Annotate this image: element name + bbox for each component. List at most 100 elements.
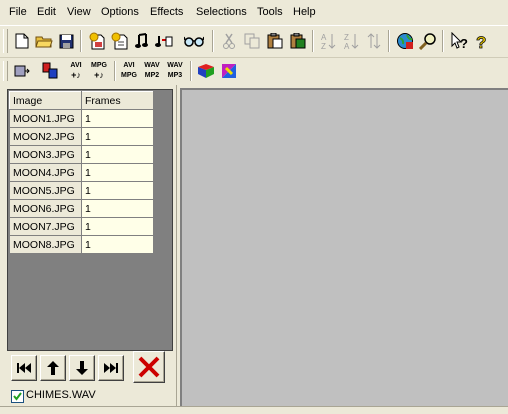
table-row[interactable]: MOON8.JPG 1 bbox=[9, 235, 154, 254]
first-arrow-icon bbox=[17, 363, 31, 373]
main-toolbar: AZ ZA ? ? bbox=[0, 25, 508, 58]
menu-options[interactable]: Options bbox=[101, 6, 139, 18]
open-folder-icon[interactable] bbox=[34, 31, 54, 51]
image-table: Image Frames MOON1.JPG 1 MOON2.JPG 1 MOO… bbox=[9, 91, 154, 254]
music-note-icon[interactable] bbox=[132, 31, 152, 51]
wav-to-mp2-button[interactable]: WAV MP2 bbox=[140, 61, 164, 81]
menu-file[interactable]: File bbox=[9, 6, 27, 18]
cut-scissors-icon[interactable] bbox=[219, 31, 239, 51]
sound-file-label: CHIMES.WAV bbox=[26, 389, 96, 401]
svg-text:?: ? bbox=[476, 33, 486, 50]
image-cell[interactable]: MOON8.JPG bbox=[9, 235, 82, 254]
svg-text:Z: Z bbox=[321, 42, 326, 50]
frames-cell[interactable]: 1 bbox=[81, 235, 154, 254]
avi-label: AVI bbox=[70, 62, 82, 69]
frames-cell[interactable]: 1 bbox=[81, 181, 154, 200]
mpg-label: MPG bbox=[121, 72, 137, 79]
wav-label: WAV bbox=[167, 62, 183, 69]
slideshow-icon[interactable] bbox=[12, 61, 32, 81]
menu-effects[interactable]: Effects bbox=[150, 6, 183, 18]
avi-music-button[interactable]: AVI +♪ bbox=[64, 61, 88, 81]
menu-help[interactable]: Help bbox=[293, 6, 316, 18]
toolbar-separator bbox=[114, 61, 116, 81]
mp3-label: MP3 bbox=[167, 72, 183, 79]
toolbar-separator bbox=[312, 30, 314, 52]
paste-special-icon[interactable] bbox=[288, 31, 308, 51]
avi-label: AVI bbox=[123, 62, 135, 69]
toolbar-separator bbox=[388, 30, 390, 52]
conversion-toolbar: AVI +♪ MPG +♪ AVI MPG WAV MP2 WAV MP3 bbox=[0, 57, 508, 85]
table-row[interactable]: MOON5.JPG 1 bbox=[9, 181, 154, 200]
table-row[interactable]: MOON2.JPG 1 bbox=[9, 127, 154, 146]
image-cell[interactable]: MOON4.JPG bbox=[9, 163, 82, 182]
magnifier-icon[interactable] bbox=[418, 31, 438, 51]
insert-image-icon[interactable] bbox=[110, 31, 130, 51]
move-last-button[interactable] bbox=[98, 355, 124, 381]
image-cell[interactable]: MOON6.JPG bbox=[9, 199, 82, 218]
toolbar-separator bbox=[442, 30, 444, 52]
toolbar-grip[interactable] bbox=[3, 29, 8, 53]
transition-effect-icon[interactable] bbox=[196, 61, 216, 81]
sort-descending-icon[interactable]: ZA bbox=[341, 31, 361, 51]
move-up-button[interactable] bbox=[40, 355, 66, 381]
image-sequence-icon[interactable] bbox=[40, 61, 60, 81]
svg-text:A: A bbox=[321, 33, 327, 42]
frames-cell[interactable]: 1 bbox=[81, 217, 154, 236]
frames-cell[interactable]: 1 bbox=[81, 145, 154, 164]
frames-cell[interactable]: 1 bbox=[81, 199, 154, 218]
globe-settings-icon[interactable] bbox=[395, 31, 415, 51]
toolbar-grip[interactable] bbox=[3, 61, 8, 81]
image-cell[interactable]: MOON1.JPG bbox=[9, 109, 82, 128]
frames-cell[interactable]: 1 bbox=[81, 127, 154, 146]
menu-tools[interactable]: Tools bbox=[257, 6, 283, 18]
video-to-audio-icon[interactable] bbox=[154, 31, 174, 51]
sound-checkbox[interactable] bbox=[11, 390, 24, 403]
image-cell[interactable]: MOON3.JPG bbox=[9, 145, 82, 164]
wav-to-mp3-button[interactable]: WAV MP3 bbox=[163, 61, 187, 81]
table-row[interactable]: MOON6.JPG 1 bbox=[9, 199, 154, 218]
mpg-music-button[interactable]: MPG +♪ bbox=[87, 61, 111, 81]
image-cell[interactable]: MOON2.JPG bbox=[9, 127, 82, 146]
image-cell[interactable]: MOON7.JPG bbox=[9, 217, 82, 236]
preview-canvas[interactable] bbox=[180, 88, 508, 408]
toolbar-separator bbox=[212, 30, 214, 52]
frames-cell[interactable]: 1 bbox=[81, 163, 154, 182]
wav-label: WAV bbox=[144, 62, 160, 69]
svg-text:A: A bbox=[344, 42, 350, 50]
save-disk-icon[interactable] bbox=[56, 31, 76, 51]
column-header-image[interactable]: Image bbox=[9, 91, 82, 110]
image-cell[interactable]: MOON5.JPG bbox=[9, 181, 82, 200]
down-arrow-icon bbox=[76, 361, 88, 375]
reverse-order-icon[interactable] bbox=[364, 31, 384, 51]
preview-glasses-icon[interactable] bbox=[184, 31, 204, 51]
mp2-label: MP2 bbox=[144, 72, 160, 79]
menu-selections[interactable]: Selections bbox=[196, 6, 247, 18]
image-grid[interactable]: Image Frames MOON1.JPG 1 MOON2.JPG 1 MOO… bbox=[7, 89, 173, 351]
context-help-icon[interactable]: ? bbox=[450, 31, 470, 51]
column-header-frames[interactable]: Frames bbox=[81, 91, 154, 110]
table-header-row: Image Frames bbox=[9, 91, 154, 110]
sort-ascending-icon[interactable]: AZ bbox=[318, 31, 338, 51]
table-row[interactable]: MOON1.JPG 1 bbox=[9, 109, 154, 128]
paste-icon[interactable] bbox=[265, 31, 285, 51]
move-down-button[interactable] bbox=[69, 355, 95, 381]
mpg-label: MPG bbox=[91, 62, 107, 69]
copy-icon[interactable] bbox=[242, 31, 262, 51]
transition-effect-2-icon[interactable] bbox=[219, 61, 239, 81]
menu-bar: File Edit View Options Effects Selection… bbox=[0, 0, 508, 24]
plus-music-label: +♪ bbox=[71, 70, 81, 80]
move-first-button[interactable] bbox=[11, 355, 37, 381]
frames-cell[interactable]: 1 bbox=[81, 109, 154, 128]
table-row[interactable]: MOON3.JPG 1 bbox=[9, 145, 154, 164]
table-row[interactable]: MOON4.JPG 1 bbox=[9, 163, 154, 182]
last-arrow-icon bbox=[104, 363, 118, 373]
help-question-icon[interactable]: ? bbox=[472, 31, 492, 51]
delete-button[interactable] bbox=[133, 351, 165, 383]
table-row[interactable]: MOON7.JPG 1 bbox=[9, 217, 154, 236]
new-file-icon[interactable] bbox=[12, 31, 32, 51]
avi-to-mpg-button[interactable]: AVI MPG bbox=[117, 61, 141, 81]
menu-edit[interactable]: Edit bbox=[37, 6, 56, 18]
image-list-panel: Image Frames MOON1.JPG 1 MOON2.JPG 1 MOO… bbox=[0, 85, 177, 413]
menu-view[interactable]: View bbox=[67, 6, 91, 18]
add-image-icon[interactable] bbox=[88, 31, 108, 51]
